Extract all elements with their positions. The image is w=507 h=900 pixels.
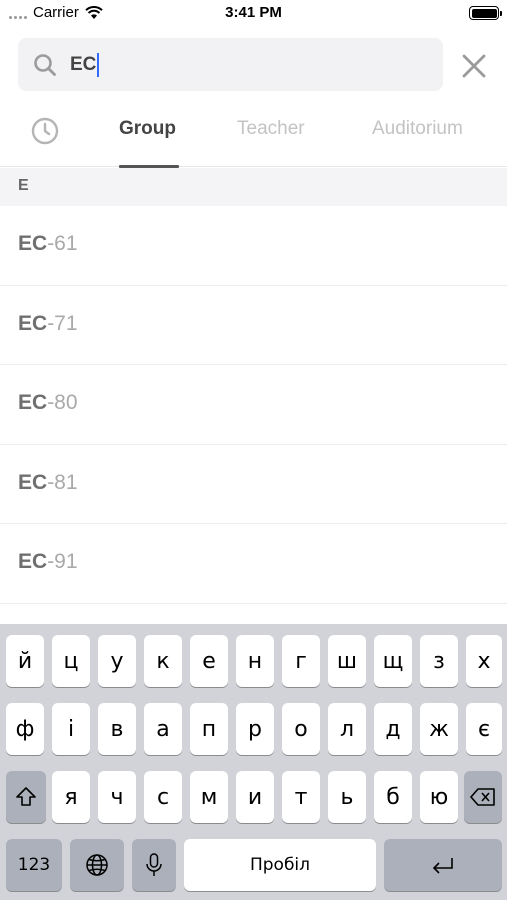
key[interactable]: с <box>144 771 182 823</box>
history-icon[interactable] <box>30 116 60 146</box>
wifi-icon <box>85 5 103 19</box>
key[interactable]: г <box>282 635 320 687</box>
result-label: EC-61 <box>18 232 78 255</box>
key[interactable]: б <box>374 771 412 823</box>
numbers-key[interactable]: 123 <box>6 839 62 891</box>
key[interactable]: ш <box>328 635 366 687</box>
result-item[interactable]: EC-71 <box>0 286 507 365</box>
key[interactable]: ф <box>6 703 44 755</box>
key[interactable]: ю <box>420 771 458 823</box>
status-bar: Carrier 3:41 PM <box>0 0 507 28</box>
return-key[interactable] <box>384 839 502 891</box>
keyboard: й ц у к е н г ш щ з х ф і в а п р о л д … <box>0 624 507 900</box>
text-caret <box>97 52 100 77</box>
result-item[interactable]: EC-80 <box>0 365 507 445</box>
tab-teacher[interactable]: Teacher <box>237 118 305 140</box>
result-label: EC-80 <box>18 391 78 414</box>
search-input-value: EC <box>70 53 97 75</box>
globe-icon <box>86 854 108 876</box>
section-header: E <box>0 168 507 206</box>
backspace-key[interactable] <box>464 771 502 823</box>
tab-group[interactable]: Group <box>119 118 176 140</box>
key[interactable]: й <box>6 635 44 687</box>
key[interactable]: а <box>144 703 182 755</box>
shift-icon <box>16 787 36 806</box>
key[interactable]: ц <box>52 635 90 687</box>
return-icon <box>432 858 453 874</box>
results-list: EC-61 EC-71 EC-80 EC-81 EC-91 <box>0 206 507 604</box>
result-item[interactable]: EC-61 <box>0 206 507 286</box>
key[interactable]: щ <box>374 635 412 687</box>
key[interactable]: ь <box>328 771 366 823</box>
section-letter: E <box>18 177 29 194</box>
search-icon <box>34 53 56 76</box>
result-label: EC-71 <box>18 311 78 335</box>
key[interactable]: т <box>282 771 320 823</box>
result-item[interactable]: EC-91 <box>0 524 507 604</box>
key[interactable]: я <box>52 771 90 823</box>
search-field[interactable]: EC <box>18 38 443 91</box>
key[interactable]: м <box>190 771 228 823</box>
microphone-icon <box>146 853 162 876</box>
search-input[interactable]: EC <box>70 52 100 77</box>
key[interactable]: х <box>466 635 502 687</box>
key[interactable]: ч <box>98 771 136 823</box>
key[interactable]: є <box>466 703 502 755</box>
key[interactable]: и <box>236 771 274 823</box>
tab-auditorium[interactable]: Auditorium <box>372 118 463 140</box>
close-button[interactable] <box>456 48 492 84</box>
shift-key[interactable] <box>6 771 46 823</box>
filter-tabs: Group Teacher Auditorium <box>0 104 507 168</box>
key[interactable]: і <box>52 703 90 755</box>
result-label: EC-81 <box>18 470 78 494</box>
key[interactable]: л <box>328 703 366 755</box>
battery-icon <box>469 6 502 20</box>
carrier-label: Carrier <box>33 4 79 21</box>
key[interactable]: д <box>374 703 412 755</box>
space-key[interactable]: Пробіл <box>184 839 376 891</box>
signal-icon <box>9 7 27 19</box>
key[interactable]: к <box>144 635 182 687</box>
key[interactable]: о <box>282 703 320 755</box>
key[interactable]: у <box>98 635 136 687</box>
key[interactable]: з <box>420 635 458 687</box>
key[interactable]: е <box>190 635 228 687</box>
result-label: EC-91 <box>18 550 78 573</box>
status-left: Carrier <box>9 4 103 21</box>
backspace-icon <box>470 788 495 806</box>
key[interactable]: ж <box>420 703 458 755</box>
result-item[interactable]: EC-81 <box>0 445 507 524</box>
key[interactable]: р <box>236 703 274 755</box>
close-icon <box>462 54 486 78</box>
dictation-key[interactable] <box>132 839 176 891</box>
key[interactable]: в <box>98 703 136 755</box>
key[interactable]: п <box>190 703 228 755</box>
globe-key[interactable] <box>70 839 124 891</box>
key[interactable]: н <box>236 635 274 687</box>
